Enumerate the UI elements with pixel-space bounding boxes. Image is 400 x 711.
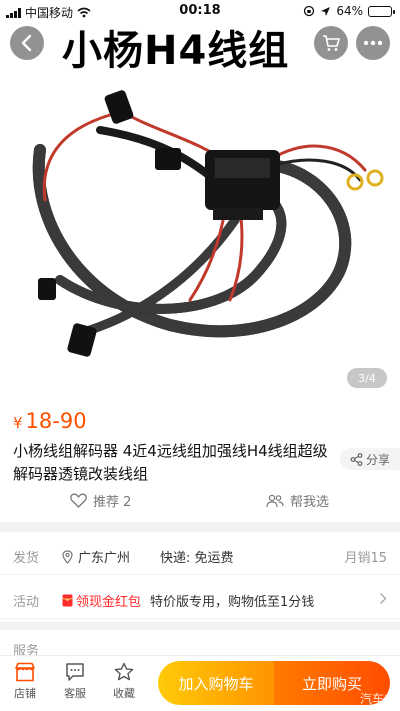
recommend-label: 推荐 2: [93, 495, 132, 510]
price-value: 18-90: [25, 409, 87, 433]
promotion-tag: 领现金红包: [76, 595, 142, 610]
product-actions-row: 推荐 2 帮我选: [0, 491, 400, 513]
share-button[interactable]: 分享: [340, 448, 400, 470]
battery-icon: [368, 5, 395, 17]
monthly-sales: 月销15: [344, 551, 387, 566]
store-label: 店铺: [14, 687, 36, 700]
people-icon: [266, 494, 284, 507]
chevron-left-icon: [21, 34, 32, 52]
overlay-title: 小杨H4线组: [62, 28, 290, 74]
location-arrow-icon: [321, 6, 331, 16]
cart-icon: [323, 35, 340, 51]
promotion-row[interactable]: 活动 领现金红包 特价版专用，购物低至1分钱: [0, 579, 400, 619]
status-bar: 中国移动 00:18 64%: [0, 0, 400, 22]
star-icon: [114, 662, 134, 681]
store-icon: [15, 662, 35, 682]
help-choose-button[interactable]: 帮我选: [266, 491, 329, 510]
product-photo-wire-harness: [32, 90, 384, 357]
shipping-location: 广东广州: [62, 547, 130, 566]
promotion-label: 活动: [13, 595, 40, 610]
customer-service-label: 客服: [64, 687, 86, 700]
shipping-row: 发货 广东广州 快递: 免运费 月销15: [0, 535, 400, 575]
customer-service-button[interactable]: 客服: [55, 662, 95, 701]
shipping-fee: 快递: 免运费: [160, 551, 234, 566]
location-pin-icon: [62, 549, 73, 564]
cart-button[interactable]: [314, 26, 348, 60]
share-label: 分享: [365, 452, 390, 467]
price-currency: ¥: [13, 414, 23, 432]
shipping-location-text: 广东广州: [78, 551, 131, 566]
more-button[interactable]: [356, 26, 390, 60]
add-to-cart-button[interactable]: 加入购物车: [158, 661, 274, 705]
shipping-label: 发货: [13, 551, 40, 566]
section-divider: [0, 622, 400, 630]
product-image-gallery[interactable]: 小杨H4线组 3/4: [0, 0, 400, 398]
share-icon: [350, 452, 363, 466]
more-dots-icon: [363, 40, 383, 46]
recommend-button[interactable]: 推荐 2: [70, 491, 131, 510]
bottom-action-bar: 店铺 客服 收藏 加入购物车 立即购买: [0, 655, 400, 711]
chat-icon: [66, 663, 84, 681]
red-envelope-icon: [62, 594, 73, 607]
promotion-text: 特价版专用，购物低至1分钱: [150, 595, 315, 610]
product-title: 小杨线组解码器 4近4远线组加强线H4线组超级解码器透镜改装线组: [13, 442, 328, 483]
battery-percent: 64%: [336, 4, 363, 18]
watermark: 汽车之: [359, 692, 396, 706]
section-divider: [0, 522, 400, 532]
heart-icon: [70, 493, 87, 508]
chevron-right-icon: [380, 593, 387, 604]
store-button[interactable]: 店铺: [5, 662, 45, 701]
favorite-button[interactable]: 收藏: [104, 662, 144, 701]
promotion-content: 领现金红包 特价版专用，购物低至1分钱: [62, 591, 314, 610]
back-button[interactable]: [10, 26, 44, 60]
image-counter: 3/4: [347, 368, 387, 388]
help-choose-label: 帮我选: [290, 495, 330, 510]
favorite-label: 收藏: [113, 687, 135, 700]
price: ¥ 18-90: [13, 409, 87, 433]
rotation-lock-icon: [304, 5, 315, 17]
